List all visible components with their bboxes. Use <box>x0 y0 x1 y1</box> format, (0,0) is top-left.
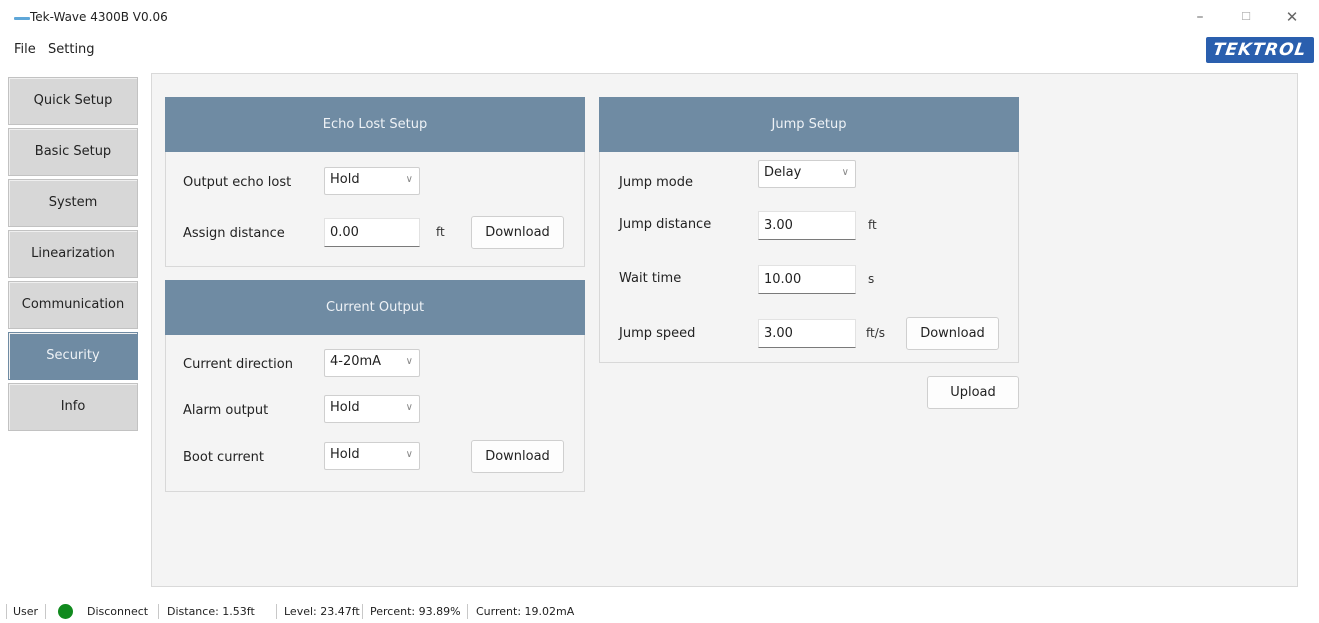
echo-lost-title: Echo Lost Setup <box>165 97 585 152</box>
brand-logo-text: TEKTROL <box>1211 40 1309 60</box>
sidebar-item-info[interactable]: Info <box>8 383 138 431</box>
menu-bar: File Setting <box>0 36 1319 66</box>
boot-current-value: Hold <box>330 447 360 462</box>
sidebar-item-system[interactable]: System <box>8 179 138 227</box>
jump-distance-unit: ft <box>868 218 877 232</box>
status-current: Current: 19.02mA <box>476 605 575 618</box>
status-percent: Percent: 93.89% <box>370 605 461 618</box>
status-separator <box>6 604 7 619</box>
current-direction-select[interactable]: 4-20mA ∨ <box>324 349 420 377</box>
jump-setup-title: Jump Setup <box>599 97 1019 152</box>
wait-time-input[interactable]: 10.00 <box>758 265 856 294</box>
jump-distance-input[interactable]: 3.00 <box>758 211 856 240</box>
boot-current-select[interactable]: Hold ∨ <box>324 442 420 470</box>
alarm-output-label: Alarm output <box>183 403 269 418</box>
current-direction-value: 4-20mA <box>330 354 382 369</box>
assign-distance-input[interactable]: 0.00 <box>324 218 420 247</box>
connection-indicator-icon <box>58 604 73 619</box>
current-direction-label: Current direction <box>183 357 293 372</box>
chevron-down-icon: ∨ <box>405 449 413 460</box>
jump-mode-value: Delay <box>764 165 802 180</box>
app-icon <box>14 17 30 20</box>
chevron-down-icon: ∨ <box>405 174 413 185</box>
status-separator <box>467 604 468 619</box>
status-separator <box>158 604 159 619</box>
title-bar: Tek-Wave 4300B V0.06 – ☐ ✕ <box>0 0 1319 36</box>
status-separator <box>45 604 46 619</box>
wait-time-label: Wait time <box>619 271 682 286</box>
output-echo-lost-select[interactable]: Hold ∨ <box>324 167 420 195</box>
maximize-button[interactable]: ☐ <box>1226 6 1266 30</box>
chevron-down-icon: ∨ <box>405 356 413 367</box>
jump-speed-label: Jump speed <box>619 326 696 341</box>
output-echo-lost-value: Hold <box>330 172 360 187</box>
echo-lost-download-button[interactable]: Download <box>471 216 564 249</box>
menu-file[interactable]: File <box>14 42 36 57</box>
alarm-output-select[interactable]: Hold ∨ <box>324 395 420 423</box>
window-title: Tek-Wave 4300B V0.06 <box>30 10 168 24</box>
status-bar: User Disconnect Distance: 1.53ft Level: … <box>0 600 1319 623</box>
jump-speed-unit: ft/s <box>866 326 886 340</box>
jump-mode-label: Jump mode <box>619 175 693 190</box>
status-separator <box>362 604 363 619</box>
status-user: User <box>13 605 39 618</box>
status-distance: Distance: 1.53ft <box>167 605 255 618</box>
status-level: Level: 23.47ft <box>284 605 360 618</box>
chevron-down-icon: ∨ <box>405 402 413 413</box>
sidebar-item-communication[interactable]: Communication <box>8 281 138 329</box>
current-output-download-button[interactable]: Download <box>471 440 564 473</box>
boot-current-label: Boot current <box>183 450 264 465</box>
sidebar-item-basic-setup[interactable]: Basic Setup <box>8 128 138 176</box>
menu-setting[interactable]: Setting <box>48 42 95 57</box>
jump-download-button[interactable]: Download <box>906 317 999 350</box>
assign-distance-unit: ft <box>436 225 445 239</box>
jump-distance-label: Jump distance <box>619 217 712 232</box>
sidebar-item-security[interactable]: Security <box>8 332 138 380</box>
sidebar-item-linearization[interactable]: Linearization <box>8 230 138 278</box>
chevron-down-icon: ∨ <box>841 167 849 178</box>
sidebar-item-quick-setup[interactable]: Quick Setup <box>8 77 138 125</box>
minimize-button[interactable]: – <box>1180 6 1220 30</box>
jump-mode-select[interactable]: Delay ∨ <box>758 160 856 188</box>
output-echo-lost-label: Output echo lost <box>183 175 292 190</box>
status-connection: Disconnect <box>87 605 149 618</box>
upload-button[interactable]: Upload <box>927 376 1019 409</box>
jump-speed-input[interactable]: 3.00 <box>758 319 856 348</box>
close-button[interactable]: ✕ <box>1272 6 1312 30</box>
wait-time-unit: s <box>868 272 875 286</box>
status-separator <box>276 604 277 619</box>
current-output-title: Current Output <box>165 280 585 335</box>
assign-distance-label: Assign distance <box>183 226 285 241</box>
alarm-output-value: Hold <box>330 400 360 415</box>
brand-logo: TEKTROL <box>1206 37 1314 63</box>
